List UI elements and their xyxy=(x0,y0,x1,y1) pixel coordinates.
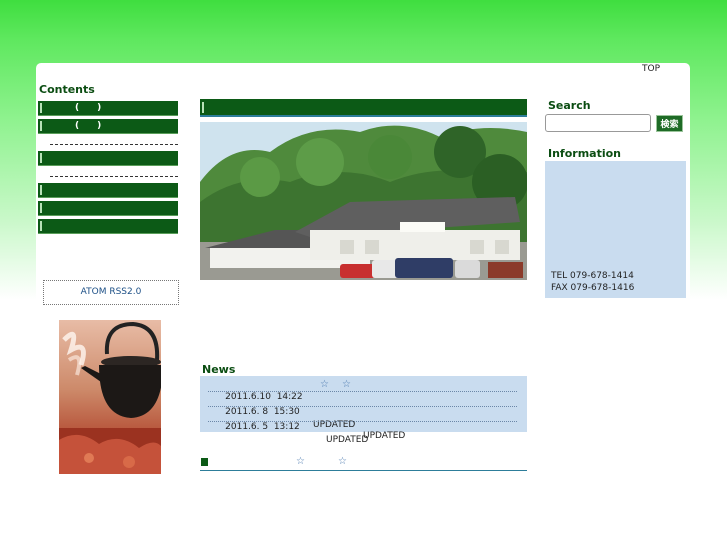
top-link[interactable]: TOP xyxy=(642,64,660,74)
bar-icon xyxy=(40,203,42,213)
star-icon: ☆ xyxy=(338,456,347,467)
sidebar: Contents ( ) ( ) ATOM RSS2.0 xyxy=(38,83,179,474)
section-header: ☆ ☆ xyxy=(200,456,527,471)
sidebar-item-1[interactable]: ( ) xyxy=(38,101,178,116)
sidebar-title: Contents xyxy=(39,83,95,96)
star-icon: ☆ xyxy=(320,379,329,390)
bar-icon xyxy=(40,221,42,231)
divider xyxy=(38,169,178,183)
information-title: Information xyxy=(548,147,621,160)
information-box: TEL 079-678-1414 FAX 079-678-1416 xyxy=(545,161,686,298)
news-date: 2011.6. 5 13:12 xyxy=(225,422,300,432)
feed-link[interactable]: ATOM RSS2.0 xyxy=(43,280,179,305)
news-item[interactable]: 2011.6. 8 15:30 UPDATED xyxy=(208,393,517,430)
main-content xyxy=(200,99,527,280)
star-icon: ☆ xyxy=(296,456,305,467)
sidebar-item-6[interactable] xyxy=(38,219,178,234)
news-item[interactable]: 2011.6.10 14:22 ☆ ☆ UPDATED xyxy=(208,378,517,441)
star-icon: ☆ xyxy=(342,379,351,390)
sidebar-item-label: ( ) xyxy=(75,103,102,113)
fax-number: FAX 079-678-1416 xyxy=(551,283,635,293)
sidebar-item-4[interactable] xyxy=(38,183,178,198)
content-frame: TOP Contents ( ) ( ) ATOM RSS2.0 News 20… xyxy=(36,63,690,545)
sidebar-item-2[interactable]: ( ) xyxy=(38,119,178,134)
right-column: Search 検索 Information TEL 079-678-1414 F… xyxy=(545,99,687,298)
divider xyxy=(38,137,178,151)
tel-number: TEL 079-678-1414 xyxy=(551,271,634,281)
bar-icon xyxy=(40,185,42,195)
building-photo xyxy=(200,122,527,280)
search-input[interactable] xyxy=(545,114,651,132)
news-list: 2011.6.10 14:22 ☆ ☆ UPDATED 2011.6. 8 15… xyxy=(200,376,527,445)
search-title: Search xyxy=(548,99,591,112)
sidebar-item-label: ( ) xyxy=(75,121,102,131)
news-status: UPDATED xyxy=(363,431,406,441)
main-header xyxy=(200,99,527,117)
bar-icon xyxy=(40,103,42,113)
search-button[interactable]: 検索 xyxy=(656,115,683,132)
bar-icon xyxy=(40,121,42,131)
square-icon xyxy=(201,458,208,466)
news-title: News xyxy=(202,363,236,376)
news-item[interactable]: 2011.6. 5 13:12 UPDATED xyxy=(208,408,517,445)
bar-icon xyxy=(202,102,204,113)
sidebar-item-3[interactable] xyxy=(38,151,178,166)
sidebar-item-5[interactable] xyxy=(38,201,178,216)
bar-icon xyxy=(40,153,42,163)
page: { "header": { "top_link": "TOP" }, "side… xyxy=(0,0,727,545)
news-status: UPDATED xyxy=(326,435,369,445)
kettle-image xyxy=(59,320,161,474)
